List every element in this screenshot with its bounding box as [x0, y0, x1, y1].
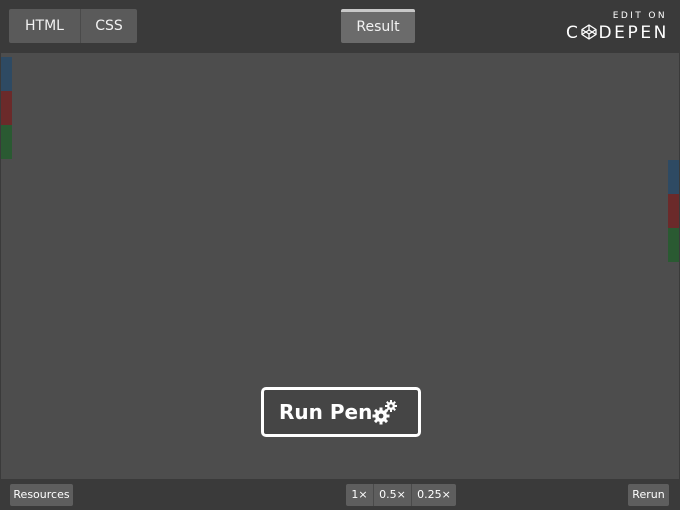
zoom-0.25x-button[interactable]: 0.25× — [411, 484, 456, 506]
run-pen-button[interactable]: Run Pen — [261, 387, 421, 437]
codepen-embed: HTML CSS Result EDIT ON C DEPEN Run Pen — [0, 0, 680, 510]
strip-blue — [1, 57, 12, 91]
strip-red — [1, 91, 12, 125]
tab-result[interactable]: Result — [341, 9, 415, 43]
codepen-wordmark-start: C — [565, 23, 581, 43]
zoom-0.5x-button[interactable]: 0.5× — [373, 484, 411, 506]
top-toolbar: HTML CSS Result EDIT ON C DEPEN — [1, 1, 679, 53]
bottom-toolbar: Resources 1× 0.5× 0.25× Rerun — [1, 479, 679, 509]
codepen-wordmark: C DEPEN — [566, 23, 669, 43]
resources-button[interactable]: Resources — [10, 484, 73, 506]
codepen-wordmark-end: DEPEN — [598, 23, 669, 43]
strip-blue — [668, 160, 679, 194]
tab-html[interactable]: HTML — [9, 9, 80, 43]
edit-on-label: EDIT ON — [612, 11, 667, 21]
edit-on-codepen-link[interactable]: EDIT ON C DEPEN — [557, 11, 669, 45]
zoom-controls: 1× 0.5× 0.25× — [346, 484, 456, 506]
strip-green — [1, 125, 12, 159]
gears-icon — [372, 400, 397, 425]
zoom-1x-button[interactable]: 1× — [346, 484, 373, 506]
codepen-box-icon — [581, 24, 598, 40]
editor-tabs: HTML CSS — [9, 9, 137, 43]
tab-css[interactable]: CSS — [80, 9, 137, 43]
left-color-strip — [1, 57, 12, 159]
rerun-button[interactable]: Rerun — [628, 484, 669, 506]
right-color-strip — [668, 160, 679, 262]
strip-red — [668, 194, 679, 228]
strip-green — [668, 228, 679, 262]
run-pen-label: Run Pen — [279, 400, 373, 424]
